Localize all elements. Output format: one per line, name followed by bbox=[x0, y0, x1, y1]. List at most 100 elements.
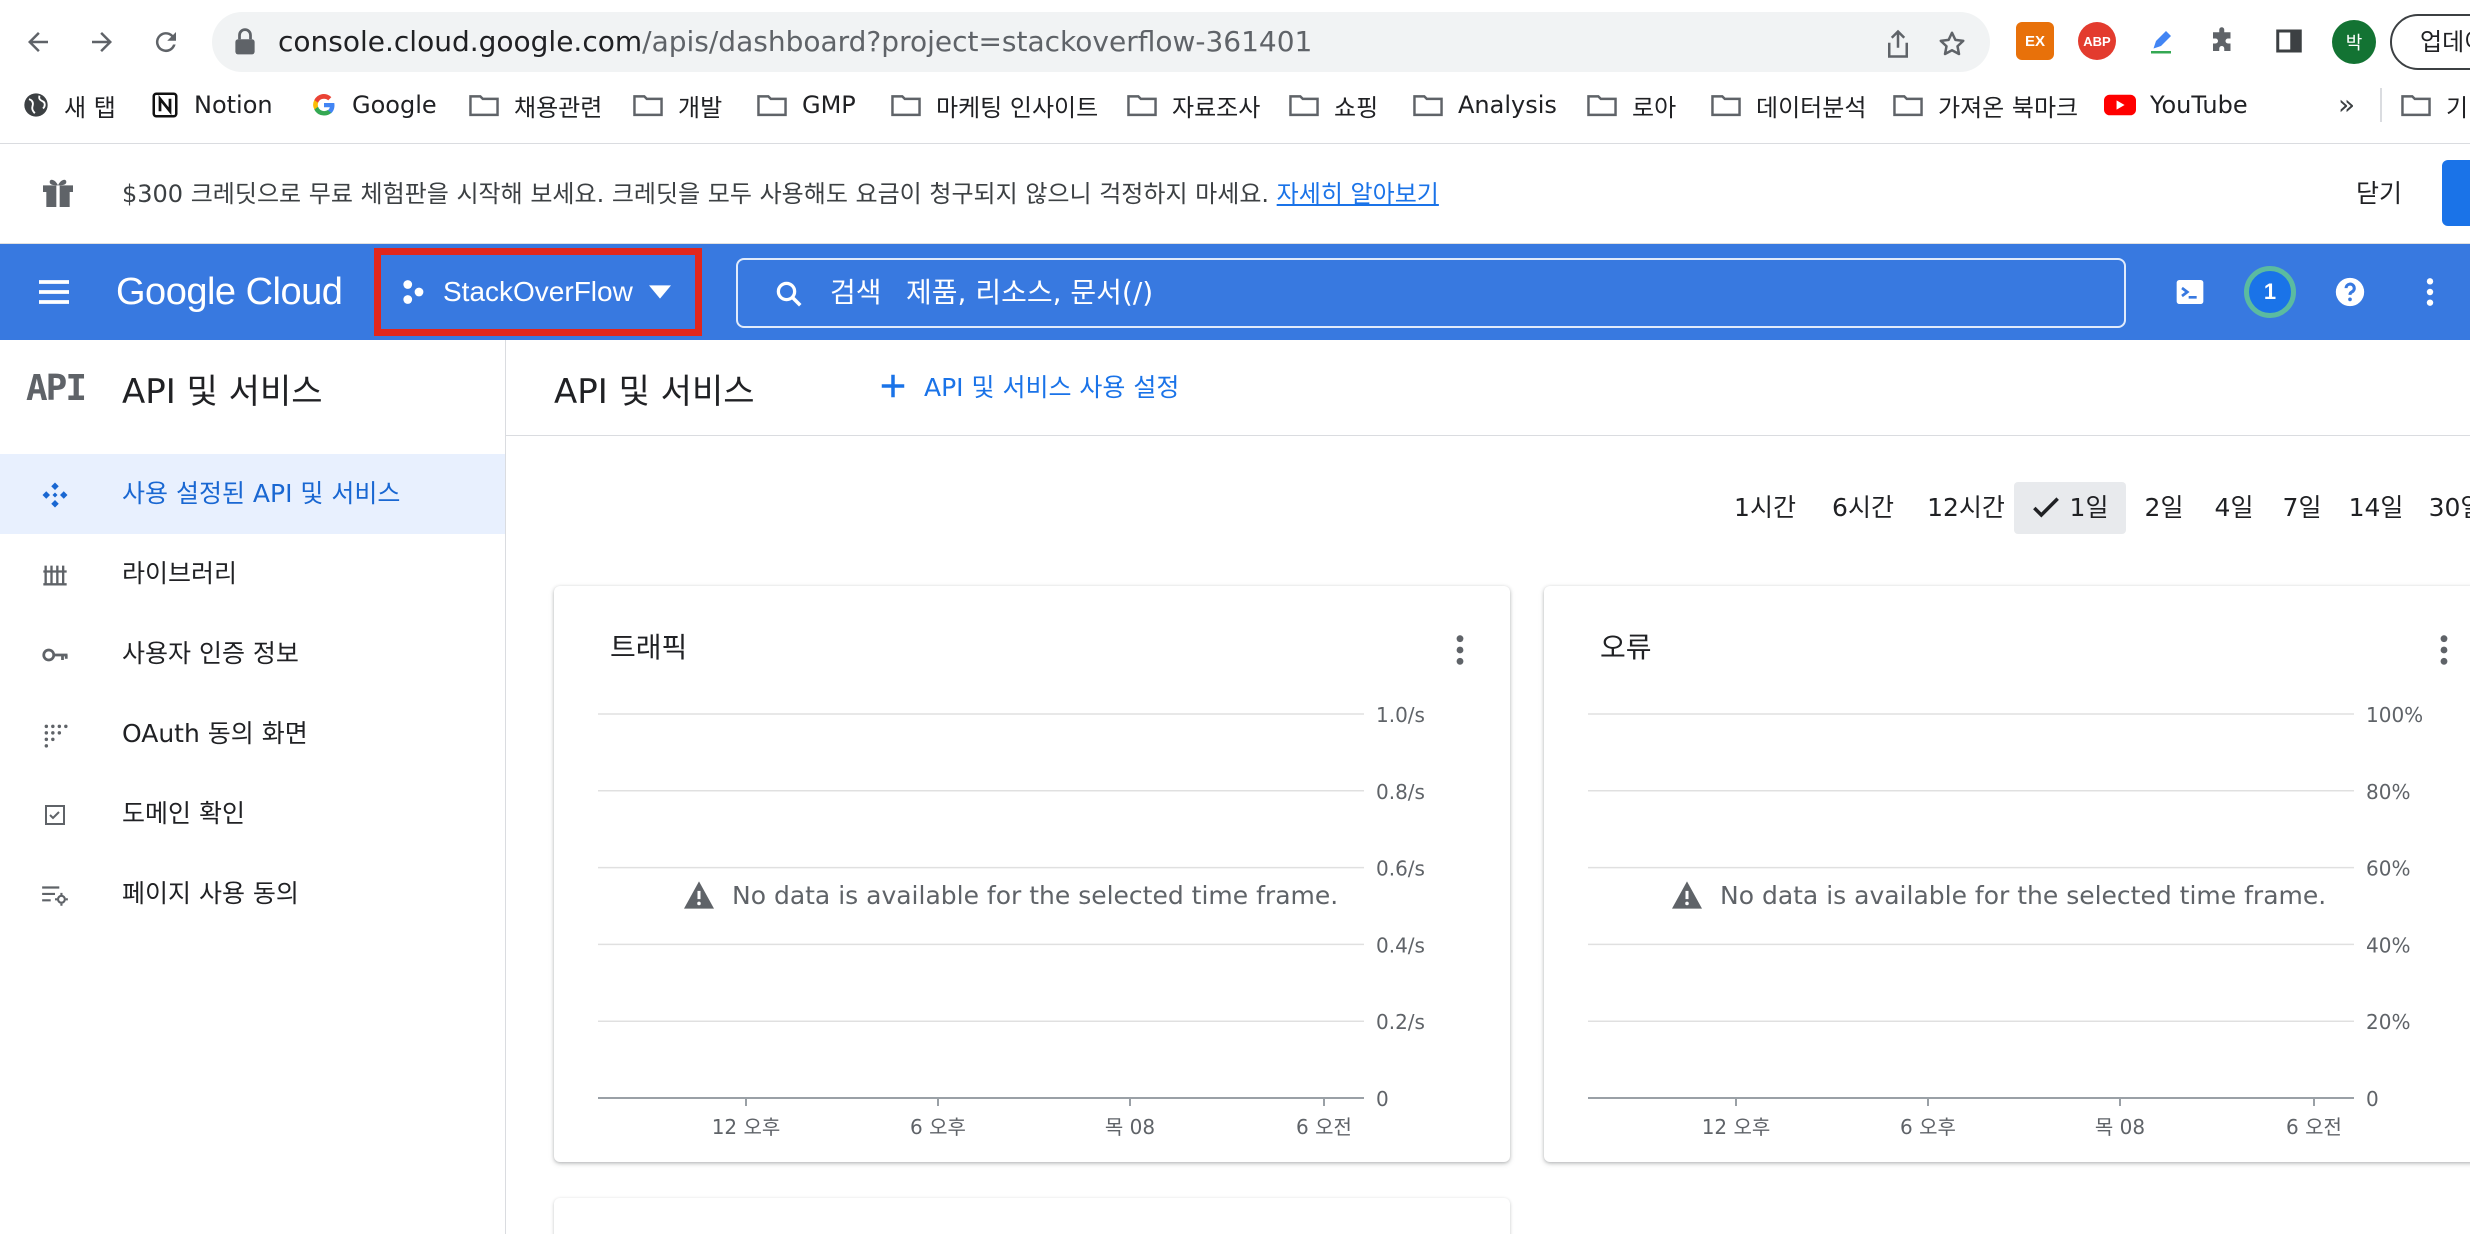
chart-menu-button[interactable] bbox=[2434, 630, 2454, 670]
notion-icon bbox=[152, 92, 178, 118]
x-tick-label: 12 오후 bbox=[1702, 1115, 1771, 1139]
bookmarks-overflow-button[interactable]: » bbox=[2338, 84, 2355, 126]
dots-grid-icon bbox=[40, 720, 70, 750]
bookmark-star-button[interactable] bbox=[1932, 24, 1972, 64]
settings-list-icon bbox=[40, 880, 70, 910]
bookmark-folder[interactable]: GMP bbox=[756, 84, 856, 126]
more-options-button[interactable] bbox=[2408, 270, 2452, 314]
bookmark-other-folder[interactable]: 기타 bbox=[2400, 84, 2470, 126]
update-button[interactable]: 업데이트 bbox=[2390, 14, 2470, 70]
help-icon bbox=[2335, 277, 2365, 307]
range-option-selected[interactable]: 1일 bbox=[2014, 482, 2126, 534]
notifications-badge[interactable]: 1 bbox=[2244, 266, 2296, 318]
project-picker[interactable]: StackOverFlow bbox=[374, 248, 702, 336]
star-icon bbox=[1939, 31, 1965, 56]
profile-avatar[interactable]: 박 bbox=[2332, 20, 2376, 64]
arrow-left-icon bbox=[28, 32, 48, 52]
help-button[interactable] bbox=[2328, 270, 2372, 314]
share-button[interactable] bbox=[1878, 24, 1918, 64]
search-input[interactable]: 검색 제품, 리소스, 문서(/) bbox=[736, 258, 2126, 328]
back-button[interactable] bbox=[14, 18, 62, 66]
folder-icon bbox=[1893, 95, 1923, 117]
forward-button[interactable] bbox=[78, 18, 126, 66]
sidebar-item-page-usage-agreement[interactable]: 페이지 사용 동의 bbox=[0, 854, 505, 934]
arrow-right-icon bbox=[92, 32, 112, 52]
y-tick-label: 0 bbox=[1376, 1087, 1389, 1111]
browser-toolbar: console.cloud.google.com/apis/dashboard?… bbox=[0, 0, 2470, 84]
reload-button[interactable] bbox=[142, 18, 190, 66]
bookmark-folder[interactable]: 데이터분석 bbox=[1710, 84, 1866, 126]
y-tick-label: 80% bbox=[2366, 780, 2410, 804]
reload-icon bbox=[155, 32, 176, 53]
extensions-puzzle-button[interactable] bbox=[2204, 22, 2242, 60]
traffic-chart-card: 1.0/s 0.8/s 0.6/s 0.4/s 0.2/s 0 12 오후 6 오후 목 08 6… bbox=[554, 586, 1510, 1162]
banner-activate-button[interactable] bbox=[2442, 160, 2470, 226]
x-tick-label: 6 오후 bbox=[910, 1115, 966, 1139]
warning-icon bbox=[684, 881, 714, 909]
bookmark-folder[interactable]: 마케팅 인사이트 bbox=[890, 84, 1098, 126]
sidebar: API API 및 서비스 사용 설정된 API 및 서비스 라이브러리 사용자… bbox=[0, 340, 506, 1234]
search-icon bbox=[776, 281, 802, 307]
chart-title: 트래픽 bbox=[610, 631, 688, 664]
bookmarks-bar: 새 탭 Notion Google 채용관련 개발 GMP 마케팅 인사이트 자… bbox=[0, 84, 2470, 144]
no-data-message: No data is available for the selected ti… bbox=[682, 880, 1338, 910]
range-option[interactable]: 7일 bbox=[2274, 482, 2330, 534]
sidebar-title: API 및 서비스 bbox=[122, 372, 323, 412]
bookmark-folder[interactable]: 자료조사 bbox=[1126, 84, 1260, 126]
api-logo-icon: API bbox=[26, 368, 87, 409]
learn-more-link[interactable]: 자세히 알아보기 bbox=[1277, 180, 1439, 208]
y-tick-label: 40% bbox=[2366, 933, 2410, 957]
address-bar[interactable]: console.cloud.google.com/apis/dashboard?… bbox=[212, 12, 1990, 72]
project-name: StackOverFlow bbox=[443, 276, 633, 307]
adblock-extension-icon[interactable]: ABP bbox=[2078, 22, 2116, 60]
side-panel-icon bbox=[2276, 29, 2302, 53]
bookmark-folder[interactable]: Analysis bbox=[1412, 84, 1557, 126]
errors-chart: 100% 80% 60% 40% 20% 0 12 오후 6 오후 목 08 6 오전 bbox=[1588, 703, 2423, 1139]
bookmark-google[interactable]: Google bbox=[310, 84, 437, 126]
navigation-menu-button[interactable] bbox=[34, 272, 74, 316]
bookmark-notion[interactable]: Notion bbox=[150, 84, 273, 126]
banner-message: $300 크레딧으로 무료 체험판을 시작해 보세요. 크레딧을 모두 사용해도… bbox=[122, 180, 1439, 208]
cloud-shell-button[interactable] bbox=[2168, 270, 2212, 314]
x-tick-label: 6 오전 bbox=[1296, 1115, 1352, 1139]
warning-icon bbox=[1672, 881, 1702, 909]
sidebar-item-credentials[interactable]: 사용자 인증 정보 bbox=[0, 614, 505, 694]
range-option[interactable]: 6시간 bbox=[1826, 482, 1900, 534]
pen-extension-icon[interactable] bbox=[2142, 22, 2180, 60]
bookmark-folder[interactable]: 로아 bbox=[1586, 84, 1676, 126]
bookmark-folder[interactable]: 개발 bbox=[632, 84, 722, 126]
enable-apis-button[interactable]: API 및 서비스 사용 설정 bbox=[878, 368, 1179, 404]
sidebar-item-domain-verification[interactable]: 도메인 확인 bbox=[0, 774, 505, 854]
google-g-icon bbox=[313, 93, 335, 116]
side-panel-button[interactable] bbox=[2270, 22, 2308, 60]
folder-icon bbox=[1587, 95, 1617, 117]
bookmark-new-tab[interactable]: 새 탭 bbox=[22, 84, 116, 126]
range-option[interactable]: 12시간 bbox=[1920, 482, 2012, 534]
main-content: API 및 서비스 API 및 서비스 사용 설정 1시간 6시간 12시간 1… bbox=[506, 340, 2470, 1234]
bookmark-folder[interactable]: 쇼핑 bbox=[1288, 84, 1378, 126]
kebab-menu-icon bbox=[2426, 278, 2434, 306]
range-option[interactable]: 1시간 bbox=[1728, 482, 1802, 534]
sidebar-item-enabled-apis[interactable]: 사용 설정된 API 및 서비스 bbox=[0, 454, 505, 534]
bookmark-folder[interactable]: 가져온 북마크 bbox=[1892, 84, 2078, 126]
page-header: API 및 서비스 API 및 서비스 사용 설정 bbox=[506, 340, 2470, 436]
key-icon bbox=[40, 640, 70, 670]
search-label: 검색 bbox=[830, 276, 882, 309]
range-option[interactable]: 4일 bbox=[2206, 482, 2262, 534]
range-option[interactable]: 30일 bbox=[2422, 482, 2470, 534]
x-tick-label: 6 오전 bbox=[2286, 1115, 2342, 1139]
google-cloud-logo[interactable]: Google Cloud bbox=[116, 244, 343, 340]
bookmark-youtube[interactable]: YouTube bbox=[2104, 84, 2248, 126]
sidebar-item-oauth-consent[interactable]: OAuth 동의 화면 bbox=[0, 694, 505, 774]
checkbox-icon bbox=[40, 800, 70, 830]
bookmark-folder[interactable]: 채용관련 bbox=[468, 84, 602, 126]
chart-menu-button[interactable] bbox=[1450, 630, 1470, 670]
banner-close-button[interactable]: 닫기 bbox=[2356, 144, 2402, 244]
range-option[interactable]: 2일 bbox=[2136, 482, 2192, 534]
range-option[interactable]: 14일 bbox=[2342, 482, 2410, 534]
page-title: API 및 서비스 bbox=[554, 372, 755, 412]
ex-extension-icon[interactable]: EX bbox=[2016, 22, 2054, 60]
sidebar-item-library[interactable]: 라이브러리 bbox=[0, 534, 505, 614]
next-chart-card bbox=[554, 1198, 1510, 1234]
kebab-menu-icon bbox=[1456, 635, 1464, 665]
